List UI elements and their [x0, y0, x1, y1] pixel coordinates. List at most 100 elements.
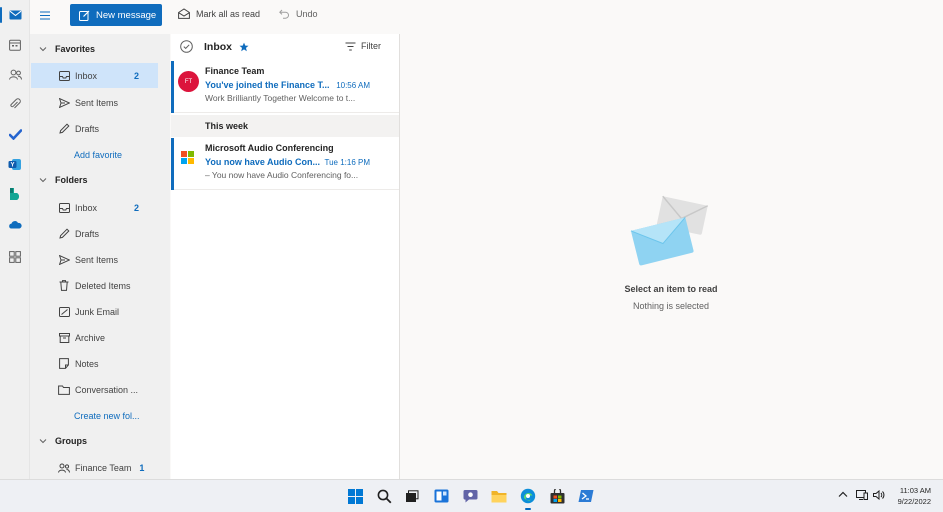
- search-icon[interactable]: [374, 486, 394, 506]
- folder-label: Drafts: [75, 228, 100, 239]
- microsoft-logo-icon: [181, 151, 194, 164]
- folder-pane: Favorites Inbox 2 Sent Items Drafts Add …: [30, 34, 170, 479]
- folder-item-conversation-history[interactable]: Conversation ...: [31, 377, 158, 402]
- yammer-icon[interactable]: Y: [4, 153, 26, 175]
- select-all-checkbox-icon[interactable]: [180, 40, 193, 53]
- empty-state-title: Select an item to read: [624, 284, 718, 294]
- empty-state-subtitle: Nothing is selected: [632, 301, 710, 311]
- pencil-icon: [58, 123, 70, 135]
- message-time: Tue 1:16 PM: [324, 158, 370, 167]
- avatar: FT: [178, 71, 199, 92]
- groups-section-header[interactable]: Groups: [30, 428, 170, 454]
- new-message-label: New message: [96, 9, 157, 21]
- folder-item-inbox[interactable]: Inbox 2: [31, 195, 158, 220]
- unread-indicator: [171, 138, 174, 190]
- folder-item-archive[interactable]: Archive: [31, 325, 158, 350]
- compose-icon: [79, 10, 90, 21]
- message-item[interactable]: Microsoft Audio Conferencing You now hav…: [171, 138, 399, 190]
- network-icon[interactable]: [856, 490, 868, 500]
- groups-label: Groups: [55, 436, 88, 446]
- undo-icon: [279, 8, 290, 19]
- add-favorite-link[interactable]: Add favorite: [74, 150, 122, 160]
- filter-button[interactable]: Filter: [345, 41, 381, 51]
- envelopes-illustration-icon: [630, 195, 709, 266]
- folders-label: Folders: [55, 175, 88, 185]
- todo-icon[interactable]: [4, 123, 26, 145]
- group-icon: [58, 462, 70, 474]
- people-icon[interactable]: [4, 63, 26, 85]
- date-group-header: This week: [171, 115, 399, 137]
- folder-item-sent-items[interactable]: Sent Items: [31, 247, 158, 272]
- unread-count: 2: [133, 70, 139, 81]
- task-view-icon[interactable]: [402, 486, 422, 506]
- folder-label: Inbox: [75, 70, 98, 81]
- group-label: Finance Team: [75, 462, 132, 473]
- message-item[interactable]: FT Finance Team You've joined the Financ…: [171, 61, 399, 113]
- message-preview: – You now have Audio Conferencing fo...: [205, 170, 359, 180]
- favorites-section-header[interactable]: Favorites: [30, 36, 170, 62]
- volume-icon[interactable]: [873, 490, 885, 500]
- hamburger-menu-icon[interactable]: [38, 9, 54, 25]
- undo-label: Undo: [296, 8, 318, 19]
- folder-label: Inbox: [75, 202, 98, 213]
- favorites-label: Favorites: [55, 44, 96, 54]
- folder-item-drafts[interactable]: Drafts: [31, 221, 158, 246]
- folder-label: Notes: [75, 358, 99, 369]
- group-item-finance-team[interactable]: Finance Team 1: [31, 455, 158, 480]
- attachment-icon[interactable]: [4, 93, 26, 115]
- store-icon[interactable]: [547, 486, 567, 506]
- bookings-icon[interactable]: [4, 183, 26, 205]
- create-new-folder-link[interactable]: Create new fol...: [74, 411, 140, 421]
- message-preview: Work Brilliantly Together Welcome to t..…: [205, 93, 356, 103]
- chevron-down-icon: [39, 177, 47, 183]
- app-rail: Y: [0, 0, 30, 479]
- favorite-item-inbox[interactable]: Inbox 2: [31, 63, 158, 88]
- chevron-up-icon[interactable]: [838, 490, 848, 499]
- folder-icon: [58, 384, 70, 396]
- undo-button[interactable]: Undo: [279, 8, 318, 19]
- svg-text:Y: Y: [10, 162, 14, 168]
- message-sender: Finance Team: [205, 66, 265, 76]
- new-message-button[interactable]: New message: [70, 4, 162, 26]
- clock-time: 11:03 AM: [899, 486, 931, 495]
- message-subject: You now have Audio Con...: [205, 157, 320, 167]
- taskbar-clock[interactable]: 11:03 AM 9/22/2022: [898, 485, 931, 507]
- list-title: Inbox: [204, 41, 232, 53]
- reading-pane: Select an item to read Nothing is select…: [401, 34, 941, 479]
- folder-label: Sent Items: [75, 254, 119, 265]
- folder-item-notes[interactable]: Notes: [31, 351, 158, 376]
- mark-all-read-button[interactable]: Mark all as read: [178, 8, 260, 19]
- filter-label: Filter: [361, 41, 381, 51]
- filter-icon: [345, 42, 356, 51]
- unread-indicator: [171, 61, 174, 113]
- folder-item-deleted-items[interactable]: Deleted Items: [31, 273, 158, 298]
- folders-section-header[interactable]: Folders: [30, 167, 170, 193]
- file-explorer-icon[interactable]: [489, 486, 509, 506]
- folder-label: Deleted Items: [75, 280, 131, 291]
- apps-icon[interactable]: [4, 246, 26, 268]
- folder-label: Drafts: [75, 123, 100, 134]
- send-icon: [58, 97, 70, 109]
- folder-item-junk-email[interactable]: Junk Email: [31, 299, 158, 324]
- widgets-icon[interactable]: [431, 486, 451, 506]
- taskbar: 11:03 AM 9/22/2022: [0, 479, 943, 512]
- favorite-item-sent-items[interactable]: Sent Items: [31, 90, 158, 115]
- clock-date: 9/22/2022: [897, 497, 931, 506]
- powershell-icon[interactable]: [576, 486, 596, 506]
- message-subject: You've joined the Finance T...: [205, 80, 330, 90]
- junk-icon: [58, 306, 70, 318]
- command-bar: New message Mark all as read Undo: [30, 0, 943, 32]
- unread-count: 1: [139, 462, 145, 473]
- onedrive-icon[interactable]: [4, 213, 26, 235]
- message-list-pane: Inbox Filter FT Finance Team You've join…: [171, 34, 400, 479]
- note-icon: [58, 358, 70, 370]
- calendar-icon[interactable]: [4, 34, 26, 56]
- teams-chat-icon[interactable]: [460, 486, 480, 506]
- star-icon[interactable]: [239, 42, 249, 52]
- mail-icon[interactable]: [0, 4, 26, 26]
- start-icon[interactable]: [345, 486, 365, 506]
- folder-label: Archive: [75, 332, 106, 343]
- unread-count: 2: [133, 202, 139, 213]
- favorite-item-drafts[interactable]: Drafts: [31, 116, 158, 141]
- edge-browser-icon[interactable]: [518, 486, 538, 510]
